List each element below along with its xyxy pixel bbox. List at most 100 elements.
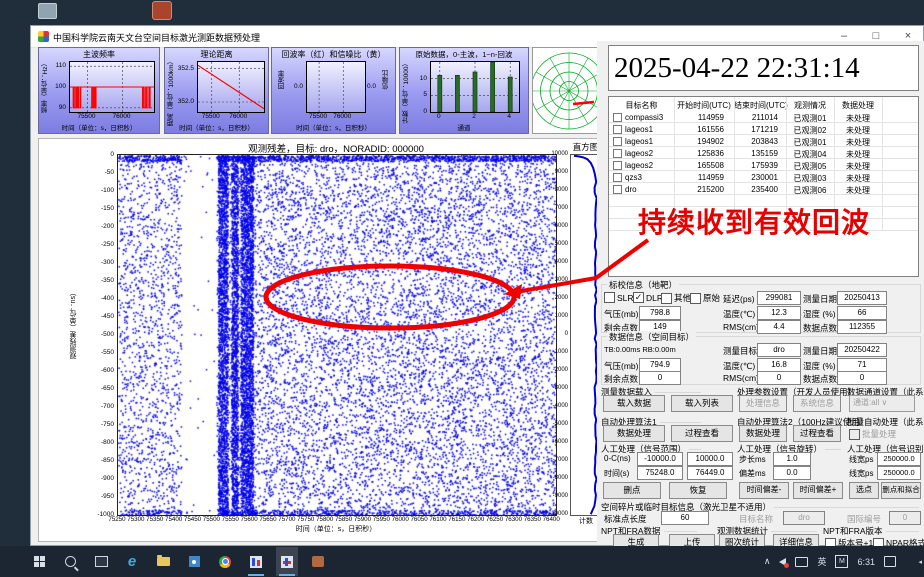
start-button[interactable] (28, 547, 50, 576)
start-time: 161556 (674, 125, 724, 134)
target-pass-table[interactable]: 目标名称开始时间(UTC)结束时间(UTC)观测情况数据处理compassi31… (608, 96, 919, 277)
linewidth2-field[interactable]: 250000.0 (877, 466, 921, 480)
hist-y-tick: -10000 (542, 511, 568, 517)
hist-y-tick: 0 (542, 331, 568, 337)
delay-field[interactable]: 299081 (757, 291, 801, 305)
time-max-field[interactable]: 76449.0 (687, 466, 733, 480)
np-length-field[interactable]: 60 (661, 511, 709, 525)
cal-temp-field[interactable]: 12.3 (757, 306, 801, 320)
section-version: NPT和FRA版本 (823, 525, 919, 537)
process-status: 未处理 (834, 113, 882, 124)
restore-button[interactable]: 恢复 (669, 482, 727, 499)
desktop-shortcut-icon-2[interactable] (152, 1, 172, 20)
auto2-process-button[interactable]: 数据处理 (739, 425, 787, 442)
process-status: 未处理 (834, 137, 882, 148)
space-humid-field[interactable]: 71 (837, 358, 887, 372)
chrome-icon[interactable] (214, 547, 236, 576)
other-checkbox[interactable]: 其他 (661, 292, 691, 304)
cal-pressure-field[interactable]: 798.8 (639, 306, 681, 320)
deviation-label: 偏差ms (739, 468, 766, 479)
raw-checkbox[interactable]: 原始 (690, 292, 720, 304)
end-time: 175939 (734, 161, 778, 170)
task-view-icon[interactable] (90, 547, 112, 576)
row-checkbox[interactable] (613, 137, 622, 146)
row-checkbox[interactable] (613, 185, 622, 194)
control-panel: 2025-04-22 22:31:14 目标名称开始时间(UTC)结束时间(UT… (597, 41, 924, 542)
residual-plot-area[interactable] (117, 154, 557, 516)
desktop-shortcut-icon[interactable] (38, 3, 57, 19)
hist-y-tick: 7000 (542, 205, 568, 211)
row-checkbox[interactable] (613, 149, 622, 158)
volume-icon[interactable] (779, 558, 786, 566)
delay-label: 延迟(ps) (723, 293, 755, 305)
linewidth2-label: 线宽ps (849, 468, 873, 479)
start-time: 165508 (674, 161, 724, 170)
hist-y-tick: -5000 (542, 421, 568, 427)
oc-max-field[interactable]: 10000.0 (687, 452, 733, 466)
y-tick: -50 (87, 169, 114, 176)
clock-tray[interactable]: 6:31 (857, 557, 875, 567)
notification-center-icon[interactable] (884, 556, 896, 567)
auto1-process-button[interactable]: 数据处理 (603, 425, 665, 442)
obs-status: 已观测04 (786, 149, 834, 160)
cospar-id-label: 国际编号 (847, 513, 881, 525)
hist-y-tick: -8000 (542, 475, 568, 481)
cal-date-field[interactable]: 20250413 (837, 291, 887, 305)
select-points-button[interactable]: 选点 (849, 482, 879, 499)
hist-y-tick: -7000 (542, 457, 568, 463)
tray-chevron-icon[interactable]: ∧ (764, 556, 771, 567)
end-time: 235400 (734, 185, 778, 194)
space-pressure-field[interactable]: 794.9 (639, 358, 681, 372)
obs-status: 已观测06 (786, 185, 834, 196)
hist-y-tick: 9000 (542, 169, 568, 175)
step-field[interactable]: 1.0 (773, 452, 811, 466)
app-window-icon-1[interactable] (245, 547, 267, 576)
file-explorer-icon[interactable] (152, 547, 174, 576)
chart-panel-raw-data: 原始数据，0-主波，1~n-回波计数（单位：10000）0510024通道 (399, 47, 529, 134)
tb-rb-readout: TB:0.00ms RB:0.00m (604, 345, 676, 354)
search-icon[interactable] (59, 547, 81, 576)
row-checkbox[interactable] (613, 173, 622, 182)
auto2-view-button[interactable]: 过程查看 (793, 425, 841, 442)
hist-y-tick: 3000 (542, 277, 568, 283)
time-offset-minus-button[interactable]: 时间偏差- (739, 482, 789, 499)
cal-humid-field[interactable]: 66 (837, 306, 887, 320)
linewidth1-field[interactable]: 250000.0 (877, 452, 921, 466)
oc-min-field[interactable]: -10000.0 (637, 452, 683, 466)
y-tick: -850 (87, 457, 114, 464)
row-checkbox[interactable] (613, 113, 622, 122)
delete-fit-button[interactable]: 删点和拟合 (881, 482, 921, 499)
load-list-button[interactable]: 载入列表 (671, 395, 733, 412)
cal-pressure-label: 气压(mb) (604, 308, 638, 320)
network-icon[interactable] (795, 557, 808, 567)
row-checkbox[interactable] (613, 161, 622, 170)
y-tick: -600 (87, 367, 114, 374)
obs-status: 已观测02 (786, 125, 834, 136)
section-debris-info: 空间碎片或临时目标信息（激光卫星不适用） (601, 501, 919, 513)
deviation-field[interactable]: 0.0 (773, 466, 811, 480)
y-tick: -900 (87, 475, 114, 482)
edge-peek-arrow[interactable]: ◂ (918, 558, 922, 566)
chart-panel-theoretical-distance: 理论距离距离（单位：1000km）352.0352.57550076000时间（… (164, 47, 269, 134)
time-min-field[interactable]: 75248.0 (637, 466, 683, 480)
auto1-view-button[interactable]: 过程查看 (671, 425, 733, 442)
ime-indicator[interactable]: 英 (817, 555, 826, 568)
space-date-field[interactable]: 20250422 (837, 343, 887, 357)
photos-icon[interactable] (183, 547, 205, 576)
row-checkbox[interactable] (613, 125, 622, 134)
channel-dropdown: 通道:all ∨ (849, 395, 915, 412)
dlr-checkbox[interactable]: ✓DLR (633, 292, 663, 303)
slr-checkbox[interactable]: SLR (604, 292, 634, 303)
sogou-tray-icon[interactable]: M (835, 555, 848, 568)
cospar-id-field: 0 (889, 511, 921, 525)
y-tick: -100 (87, 187, 114, 194)
app-window-icon-3[interactable] (307, 547, 329, 576)
delete-points-button[interactable]: 删点 (603, 482, 661, 499)
target-field[interactable]: dro (757, 343, 801, 357)
space-temp-field[interactable]: 16.8 (757, 358, 801, 372)
oc-label: 0-C(ns) (604, 454, 631, 463)
app-window-icon-2[interactable] (276, 547, 298, 576)
time-offset-plus-button[interactable]: 时间偏差+ (793, 482, 843, 499)
edge-icon[interactable]: e (121, 547, 143, 576)
load-data-button[interactable]: 载入数据 (603, 395, 665, 412)
